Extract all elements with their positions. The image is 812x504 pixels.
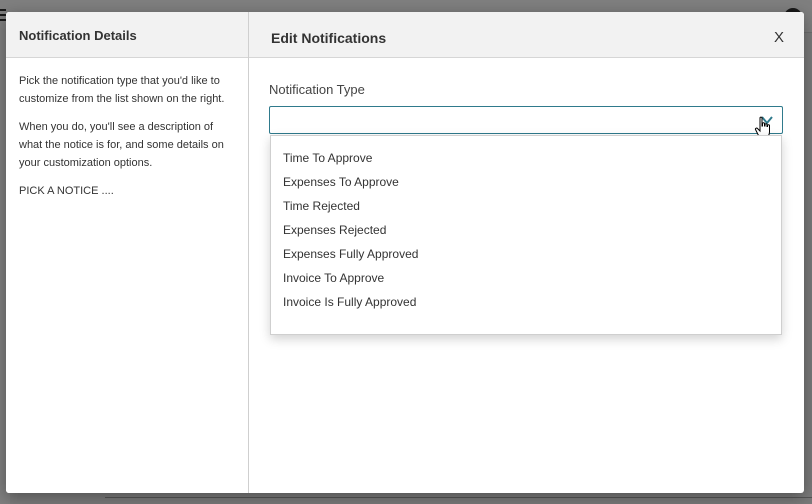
notification-type-dropdown: Time To Approve Expenses To Approve Time… bbox=[270, 135, 782, 335]
details-body: Pick the notification type that you'd li… bbox=[6, 58, 248, 224]
notification-type-select[interactable] bbox=[269, 106, 783, 134]
dropdown-option[interactable]: Time To Approve bbox=[271, 146, 781, 170]
edit-notifications-pane: Edit Notifications X Notification Type T… bbox=[249, 12, 804, 493]
dropdown-option[interactable]: Invoice To Approve bbox=[271, 266, 781, 290]
details-title: Notification Details bbox=[6, 12, 248, 58]
details-paragraph: Pick the notification type that you'd li… bbox=[19, 75, 225, 105]
dropdown-option[interactable]: Invoice Is Fully Approved bbox=[271, 290, 781, 314]
close-button[interactable]: X bbox=[774, 30, 784, 46]
notification-details-pane: Notification Details Pick the notificati… bbox=[6, 12, 249, 493]
pick-notice-text: PICK A NOTICE .... bbox=[19, 185, 114, 197]
dropdown-option[interactable]: Time Rejected bbox=[271, 194, 781, 218]
dropdown-option[interactable]: Expenses Fully Approved bbox=[271, 242, 781, 266]
dropdown-option[interactable]: Expenses To Approve bbox=[271, 170, 781, 194]
edit-title: Edit Notifications bbox=[271, 30, 387, 46]
notification-type-label: Notification Type bbox=[269, 82, 365, 97]
notification-modal: Notification Details Pick the notificati… bbox=[6, 12, 804, 493]
details-paragraph: When you do, you'll see a description of… bbox=[19, 121, 224, 169]
dropdown-option[interactable]: Expenses Rejected bbox=[271, 218, 781, 242]
edit-header: Edit Notifications X bbox=[249, 12, 804, 58]
